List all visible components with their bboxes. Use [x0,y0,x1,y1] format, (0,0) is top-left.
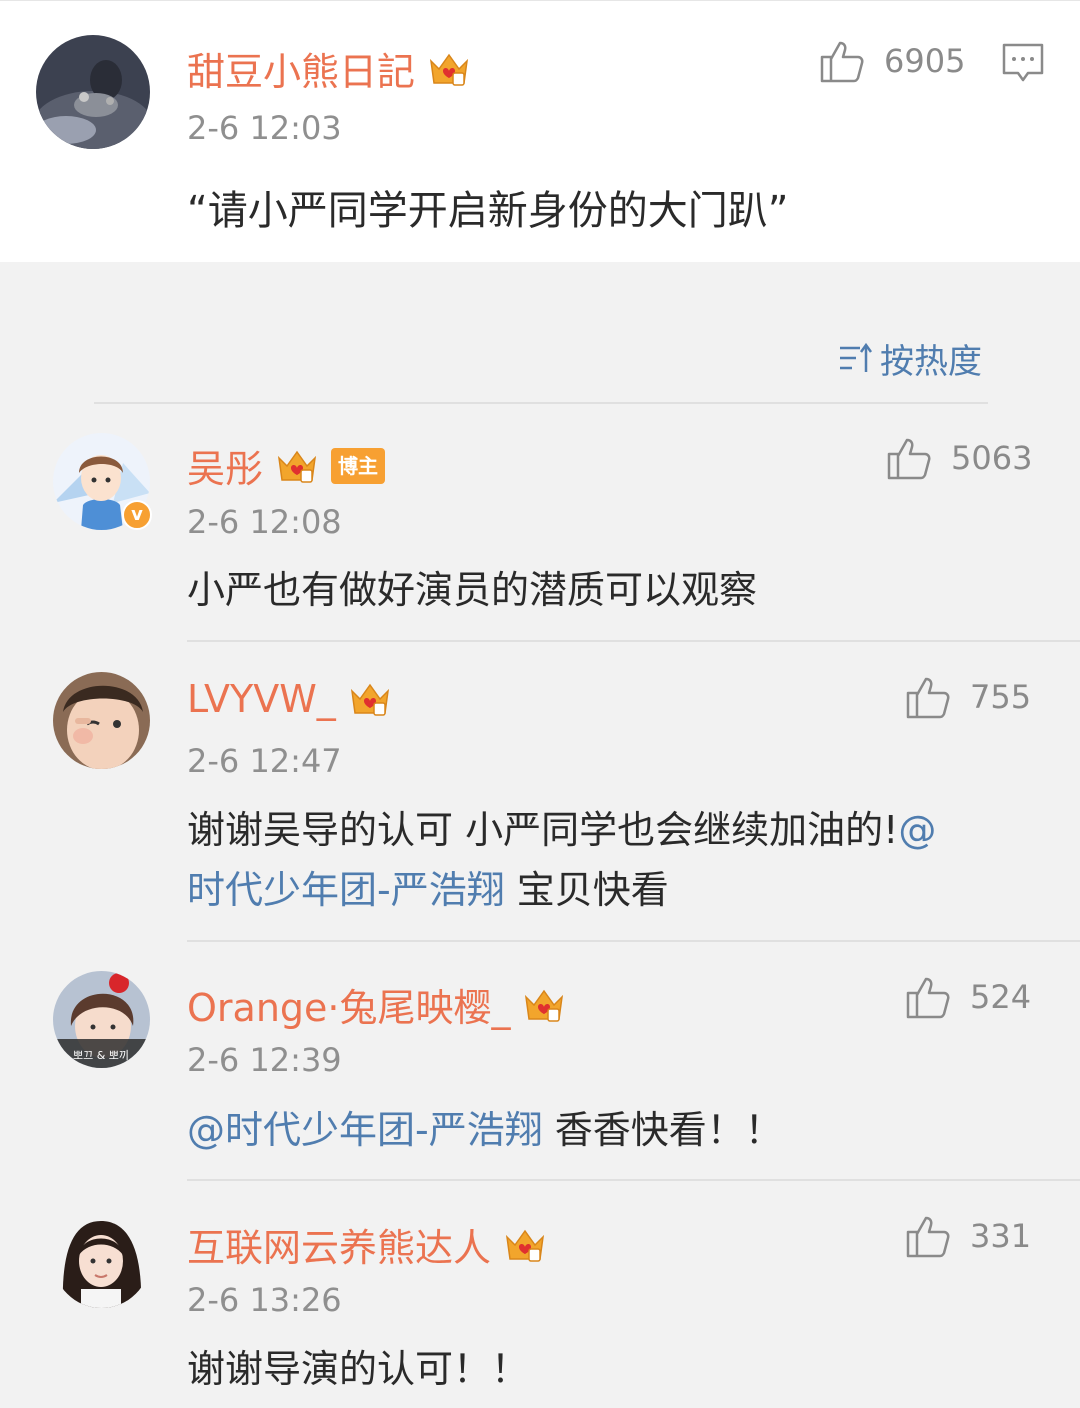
comment-content: 谢谢导演的认可！！ [187,1347,530,1391]
crown-icon [275,444,319,488]
username-text[interactable]: LVYVW_ [187,677,336,721]
comment-time: 2-6 12:39 [187,1041,342,1079]
author-badge: 博主 [331,447,386,484]
username[interactable]: Orange·兔尾映樱_ [187,977,566,1032]
like-count: 6905 [884,42,966,80]
mention-link[interactable]: @ [898,808,936,852]
like-count: 5063 [951,439,1033,477]
like-count: 755 [970,678,1032,716]
avatar[interactable] [53,1211,150,1308]
comment-content: 小严也有做好演员的潜质可以观察 [187,568,758,612]
like-button[interactable]: 5063 [885,434,1032,482]
comment-text: 谢谢吴导的认可 小严同学也会继续加油的! [187,808,899,852]
username[interactable]: 互联网云养熊达人 [187,1217,547,1272]
mention-link[interactable]: @时代少年团-严浩翔 [187,1108,543,1152]
thumbs-up-icon [906,977,950,1019]
crown-icon [522,983,566,1027]
username-text[interactable]: Orange·兔尾映樱_ [187,977,510,1032]
like-button[interactable]: 6905 [818,37,965,85]
thumbs-up-icon [887,438,931,480]
username-text[interactable]: 吴彤 [187,438,263,493]
thumbs-up-icon [906,677,950,719]
avatar-caption: 뽀끄 & 뽀끼 [73,1049,129,1062]
like-button[interactable]: 331 [904,1212,1031,1260]
comment-content: @时代少年团-严浩翔 香香快看！！ [187,1100,783,1160]
like-button[interactable]: 755 [904,673,1031,721]
like-count: 524 [970,978,1032,1016]
divider [187,640,1080,642]
comment-time: 2-6 12:03 [187,109,342,147]
like-button[interactable]: 524 [904,973,1031,1021]
verified-badge-icon: v [122,500,152,530]
username-text[interactable]: 互联网云养熊达人 [187,1217,491,1272]
sort-icon [840,342,873,372]
avatar[interactable] [36,35,150,149]
comment-content: 谢谢吴导的认可 小严同学也会继续加油的!@ 时代少年团-严浩翔 宝贝快看 [187,800,1047,920]
thumbs-up-icon [906,1216,950,1258]
username-text[interactable]: 甜豆小熊日記 [187,41,415,96]
username[interactable]: LVYVW_ [187,677,392,721]
avatar[interactable]: 뽀끄 & 뽀끼 [53,971,150,1068]
crown-icon [427,47,471,91]
username[interactable]: 吴彤 博主 [187,438,386,493]
crown-icon [503,1223,547,1267]
avatar[interactable] [53,672,150,769]
username[interactable]: 甜豆小熊日記 [187,41,471,96]
comment-time: 2-6 13:26 [187,1281,342,1319]
crown-icon [348,677,392,721]
reply-icon[interactable] [1001,41,1045,85]
comment-time: 2-6 12:47 [187,742,342,780]
comment-text: 香香快看！！ [542,1108,783,1152]
sort-by-hot-button[interactable]: 按热度 [836,334,982,383]
like-count: 331 [970,1217,1032,1255]
sort-label[interactable]: 按热度 [880,334,982,383]
divider [187,940,1080,942]
divider [94,402,988,404]
comment-time: 2-6 12:08 [187,503,342,541]
comment-text: 宝贝快看 [504,868,669,912]
parent-comment-card: 甜豆小熊日記 2-6 12:03 6905 “请小严同学开启新身份的大门趴” [0,0,1080,262]
comment-content: “请小严同学开启新身份的大门趴” [187,188,789,234]
divider [187,1179,1080,1181]
mention-link[interactable]: 时代少年团-严浩翔 [187,868,505,912]
thumbs-up-icon [820,41,864,83]
